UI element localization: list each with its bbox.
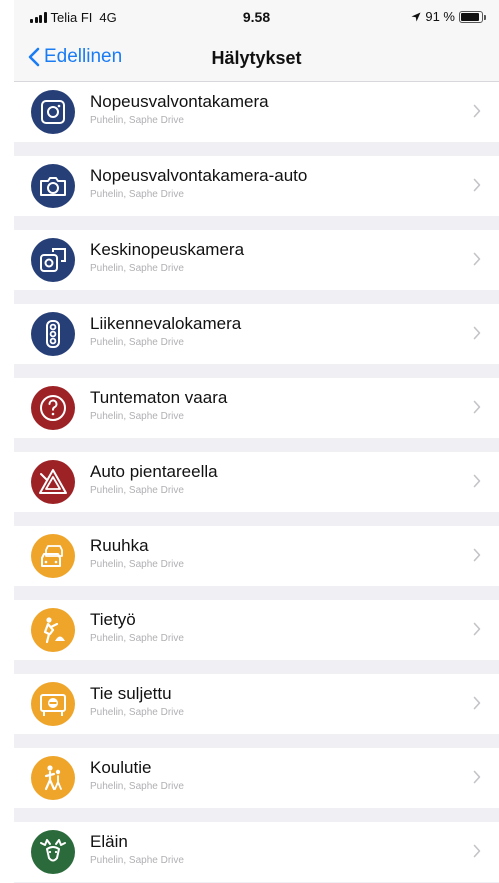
chevron-right-icon bbox=[473, 104, 481, 123]
alert-item[interactable]: Tie suljettu Puhelin, Saphe Drive bbox=[14, 674, 499, 734]
alert-item-texts: Tie suljettu Puhelin, Saphe Drive bbox=[90, 684, 184, 719]
chevron-right-icon bbox=[473, 326, 481, 345]
chevron-right-icon bbox=[473, 696, 481, 715]
alert-item-subtitle: Puhelin, Saphe Drive bbox=[90, 263, 184, 274]
alert-item-texts: Keskinopeuskamera Puhelin, Saphe Drive bbox=[90, 240, 244, 275]
alert-item[interactable]: Keskinopeuskamera Puhelin, Saphe Drive bbox=[14, 230, 499, 290]
alert-item-title: Keskinopeuskamera bbox=[90, 240, 245, 259]
alert-item-subtitle: Puhelin, Saphe Drive bbox=[90, 411, 184, 422]
location-arrow-icon bbox=[411, 12, 421, 21]
alert-item-subtitle: Puhelin, Saphe Drive bbox=[90, 559, 184, 570]
alert-item-subtitle: Puhelin, Saphe Drive bbox=[90, 189, 184, 200]
alert-item-texts: Tuntematon vaara Puhelin, Saphe Drive bbox=[90, 388, 227, 423]
traffic-jam-icon bbox=[31, 534, 75, 578]
alert-item[interactable]: Ruuhka Puhelin, Saphe Drive bbox=[14, 526, 499, 586]
alert-item-texts: Auto pientareella Puhelin, Saphe Drive bbox=[90, 462, 218, 497]
alert-item-subtitle: Puhelin, Saphe Drive bbox=[90, 707, 184, 718]
camera-car-icon bbox=[31, 164, 75, 208]
alert-item-subtitle: Puhelin, Saphe Drive bbox=[90, 485, 184, 496]
battery-percent: 91 % bbox=[425, 9, 455, 24]
alert-item-subtitle: Puhelin, Saphe Drive bbox=[90, 633, 184, 644]
alert-item-title: Koulutie bbox=[90, 758, 152, 777]
alert-item-subtitle: Puhelin, Saphe Drive bbox=[90, 115, 184, 126]
alert-item-title: Nopeusvalvontakamera-auto bbox=[90, 166, 308, 185]
chevron-right-icon bbox=[473, 548, 481, 567]
roadwork-icon bbox=[31, 608, 75, 652]
alert-item[interactable]: Tietyö Puhelin, Saphe Drive bbox=[14, 600, 499, 660]
alert-item-subtitle: Puhelin, Saphe Drive bbox=[90, 855, 184, 866]
alert-item[interactable]: Liikennevalokamera Puhelin, Saphe Drive bbox=[14, 304, 499, 364]
chevron-right-icon bbox=[473, 770, 481, 789]
alert-item-texts: Ruuhka Puhelin, Saphe Drive bbox=[90, 536, 184, 571]
unknown-danger-icon bbox=[31, 386, 75, 430]
alert-item-texts: Nopeusvalvontakamera Puhelin, Saphe Drive bbox=[90, 92, 269, 127]
page-title: Hälytykset bbox=[211, 48, 302, 68]
chevron-right-icon bbox=[473, 474, 481, 493]
alert-item-subtitle: Puhelin, Saphe Drive bbox=[90, 337, 184, 348]
animal-icon bbox=[31, 830, 75, 874]
alert-item-title: Eläin bbox=[90, 832, 128, 851]
alert-item-texts: Eläin Puhelin, Saphe Drive bbox=[90, 832, 184, 867]
alert-item[interactable]: Eläin Puhelin, Saphe Drive bbox=[14, 822, 499, 882]
alert-item-title: Tietyö bbox=[90, 610, 136, 629]
status-bar: Telia FI 4G 9.58 91 % bbox=[14, 0, 499, 36]
chevron-right-icon bbox=[473, 400, 481, 419]
alert-item[interactable]: Nopeusvalvontakamera Puhelin, Saphe Drive bbox=[14, 82, 499, 142]
chevron-right-icon bbox=[473, 252, 481, 271]
phone-screen: Telia FI 4G 9.58 91 % Edellinen Hälytyks… bbox=[14, 0, 499, 883]
alert-item-title: Auto pientareella bbox=[90, 462, 218, 481]
alert-item-texts: Tietyö Puhelin, Saphe Drive bbox=[90, 610, 184, 645]
car-on-shoulder-icon bbox=[31, 460, 75, 504]
alert-item-subtitle: Puhelin, Saphe Drive bbox=[90, 781, 184, 792]
average-speed-camera-icon bbox=[31, 238, 75, 282]
battery-icon bbox=[459, 10, 486, 23]
road-closed-icon bbox=[31, 682, 75, 726]
alert-item-title: Ruuhka bbox=[90, 536, 149, 555]
alerts-list: Nopeusvalvontakamera Puhelin, Saphe Drive… bbox=[14, 82, 499, 882]
chevron-right-icon bbox=[473, 622, 481, 641]
alert-item[interactable]: Auto pientareella Puhelin, Saphe Drive bbox=[14, 452, 499, 512]
status-right: 91 % bbox=[411, 9, 486, 24]
alert-item-title: Tuntematon vaara bbox=[90, 388, 228, 407]
alert-item-texts: Koulutie Puhelin, Saphe Drive bbox=[90, 758, 184, 793]
alert-item[interactable]: Tuntematon vaara Puhelin, Saphe Drive bbox=[14, 378, 499, 438]
alert-item-title: Nopeusvalvontakamera bbox=[90, 92, 269, 111]
speed-camera-icon bbox=[31, 90, 75, 134]
alert-item-title: Liikennevalokamera bbox=[90, 314, 242, 333]
alert-item-texts: Nopeusvalvontakamera-auto Puhelin, Saphe … bbox=[90, 166, 307, 201]
chevron-right-icon bbox=[473, 178, 481, 197]
alert-item-texts: Liikennevalokamera Puhelin, Saphe Drive bbox=[90, 314, 241, 349]
alert-item[interactable]: Nopeusvalvontakamera-auto Puhelin, Saphe … bbox=[14, 156, 499, 216]
traffic-light-camera-icon bbox=[31, 312, 75, 356]
alert-item-title: Tie suljettu bbox=[90, 684, 172, 703]
chevron-right-icon bbox=[473, 844, 481, 863]
navigation-bar: Edellinen Hälytykset bbox=[14, 36, 499, 82]
alert-item[interactable]: Koulutie Puhelin, Saphe Drive bbox=[14, 748, 499, 808]
school-road-icon bbox=[31, 756, 75, 800]
